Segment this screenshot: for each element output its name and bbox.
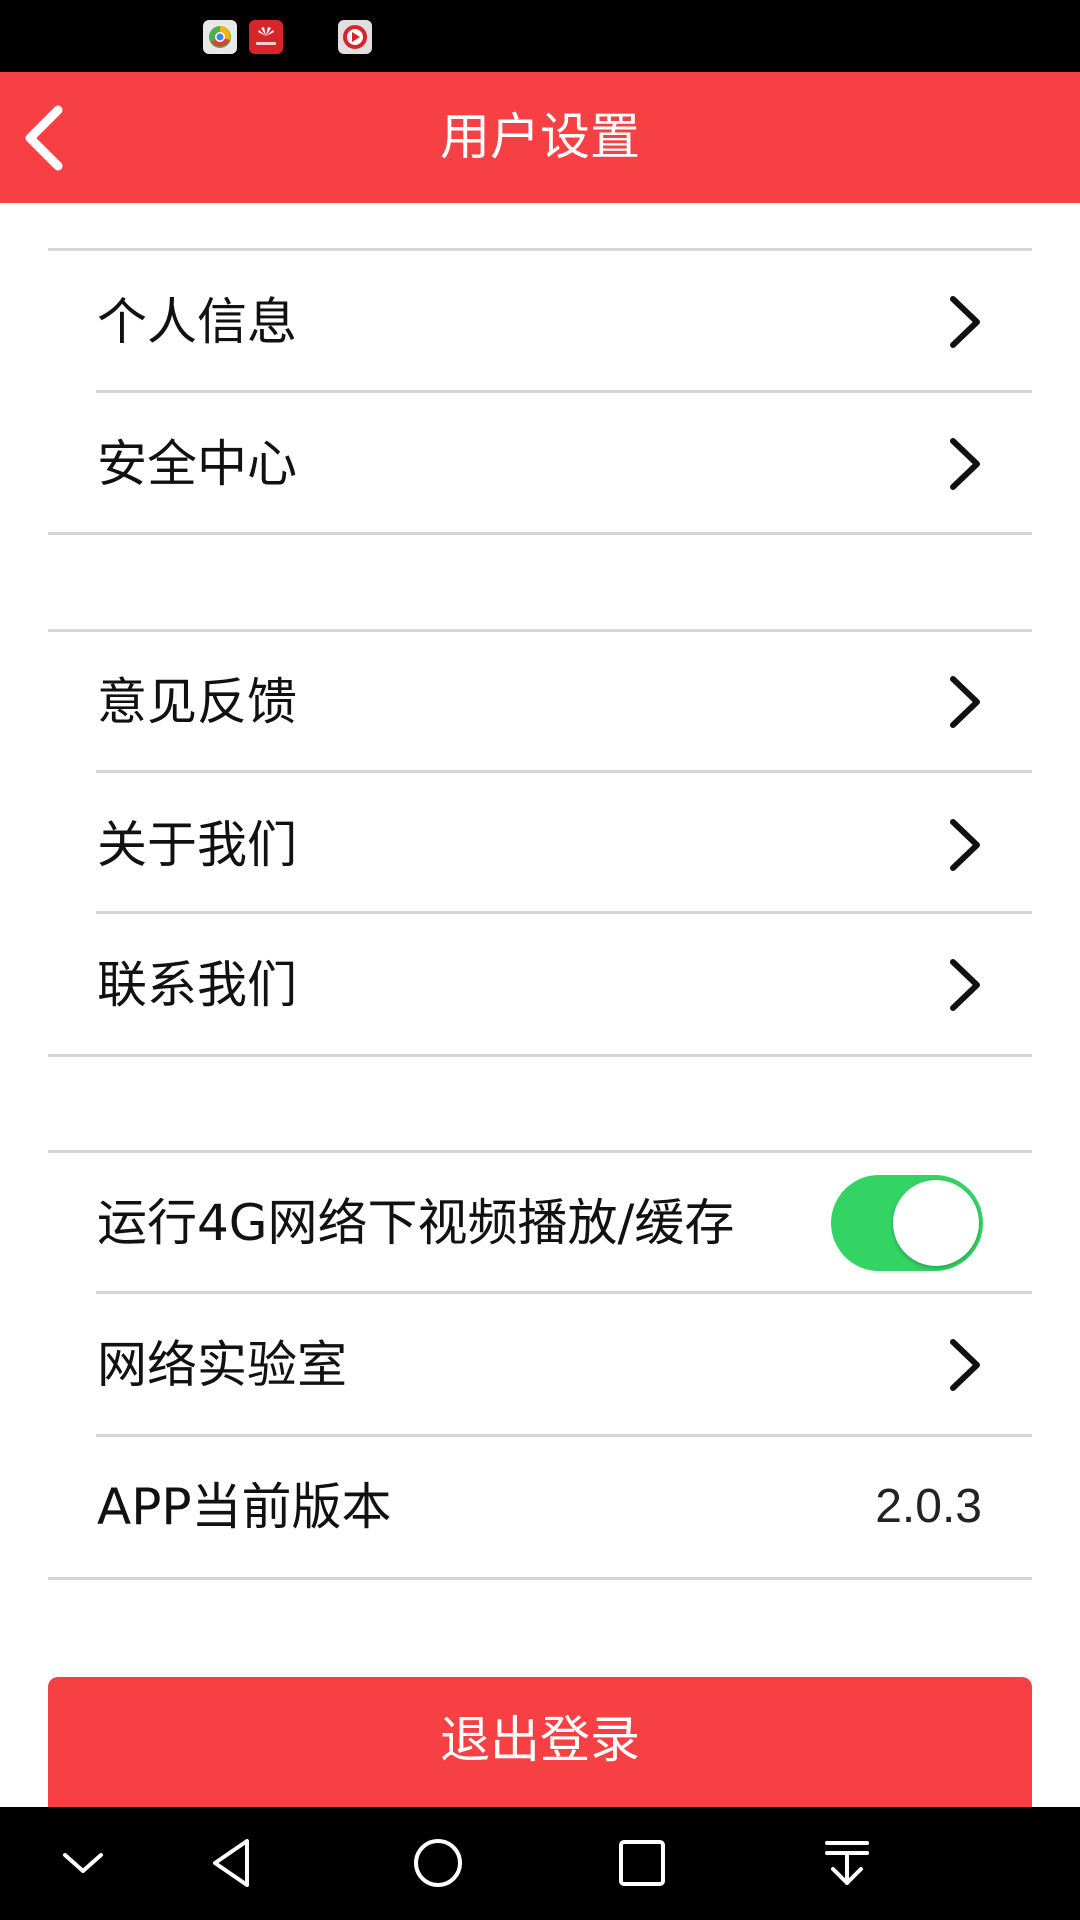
browser-app-icon [203, 20, 237, 54]
divider [48, 629, 1032, 632]
contact-us-label: 联系我们 [97, 956, 297, 1014]
toggle-knob [893, 1180, 979, 1266]
video-app-icon [338, 20, 372, 54]
chevron-right-icon [950, 676, 980, 728]
divider [96, 770, 1032, 773]
home-circle-icon[interactable] [408, 1833, 468, 1893]
about-us-row[interactable]: 关于我们 [0, 776, 1080, 914]
network-4g-label: 运行4G网络下视频播放/缓存 [97, 1194, 735, 1252]
divider [96, 390, 1032, 393]
about-us-label: 关于我们 [97, 816, 297, 874]
logout-label: 退出登录 [440, 1711, 640, 1769]
chevron-right-icon [950, 959, 980, 1011]
security-center-row[interactable]: 安全中心 [0, 395, 1080, 533]
chevron-right-icon [950, 1339, 980, 1391]
status-bar [0, 0, 1080, 72]
security-center-label: 安全中心 [97, 435, 297, 493]
chevron-right-icon [950, 438, 980, 490]
divider [96, 1291, 1032, 1294]
page-title: 用户设置 [440, 108, 640, 166]
network-lab-row[interactable]: 网络实验室 [0, 1296, 1080, 1434]
feedback-row[interactable]: 意见反馈 [0, 633, 1080, 771]
feedback-label: 意见反馈 [97, 673, 297, 731]
header-bar: 用户设置 [0, 72, 1080, 203]
chevron-right-icon [950, 296, 980, 348]
recents-square-icon[interactable] [612, 1833, 672, 1893]
back-triangle-icon[interactable] [203, 1833, 263, 1893]
divider [48, 1577, 1032, 1580]
divider [48, 248, 1032, 251]
divider [48, 1150, 1032, 1153]
divider [96, 911, 1032, 914]
app-version-row: APP当前版本 2.0.3 [0, 1438, 1080, 1576]
divider [48, 532, 1032, 535]
divider [96, 1434, 1032, 1437]
personal-info-label: 个人信息 [97, 293, 297, 351]
huawei-app-icon [249, 20, 283, 54]
app-version-value: 2.0.3 [875, 1480, 982, 1533]
app-version-label: APP当前版本 [97, 1478, 392, 1536]
logout-button[interactable]: 退出登录 [48, 1677, 1032, 1813]
personal-info-row[interactable]: 个人信息 [0, 253, 1080, 391]
divider [48, 1054, 1032, 1057]
network-4g-toggle[interactable] [831, 1175, 983, 1271]
network-lab-label: 网络实验室 [97, 1336, 347, 1394]
notification-pull-icon[interactable] [817, 1833, 877, 1893]
system-nav-bar [0, 1807, 1080, 1920]
chevron-right-icon [950, 819, 980, 871]
contact-us-row[interactable]: 联系我们 [0, 916, 1080, 1054]
hide-nav-icon[interactable] [53, 1833, 113, 1893]
